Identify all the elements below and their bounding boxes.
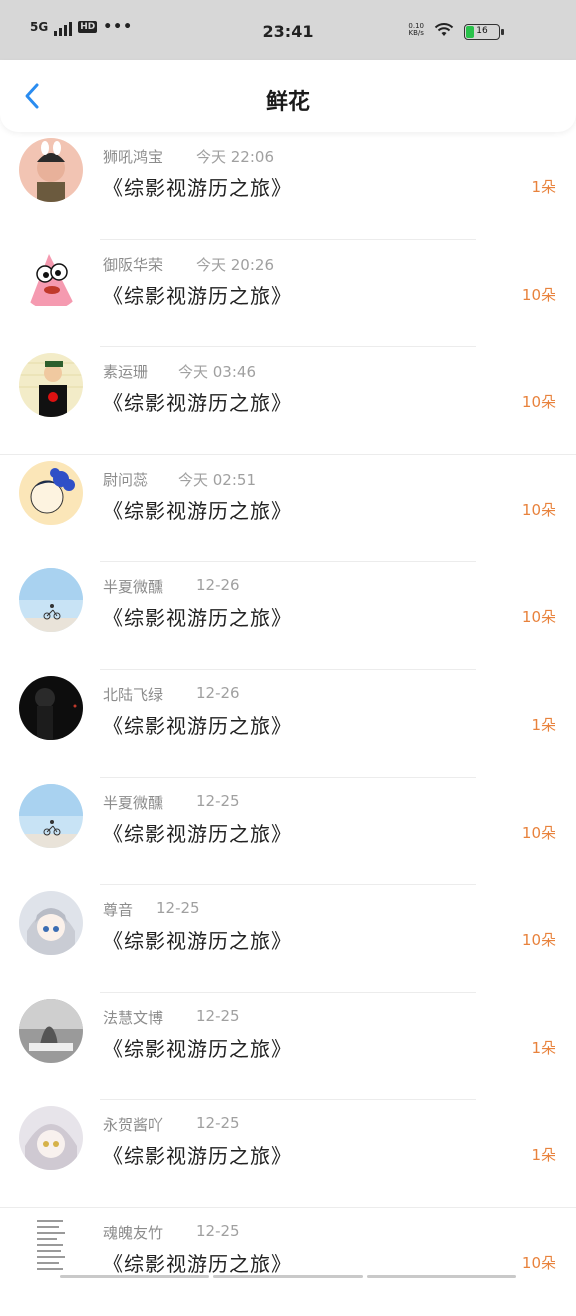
avatar[interactable] [19, 138, 83, 202]
battery-icon: 16 [464, 24, 504, 40]
wifi-icon [434, 23, 454, 36]
send-time: 今天 22:06 [196, 148, 274, 166]
net-speed: 0.10 KB/s [408, 22, 424, 37]
avatar[interactable] [19, 1213, 83, 1278]
avatar[interactable] [19, 675, 83, 740]
list-item[interactable]: 尊音 12-25 《综影视游历之旅》 10朵 [0, 885, 576, 993]
list-item[interactable]: 素运珊 今天 03:46 《综影视游历之旅》 10朵 [0, 347, 576, 455]
book-title: 《综影视游历之旅》 [103, 283, 292, 308]
flower-count: 1朵 [531, 1038, 556, 1057]
book-title: 《综影视游历之旅》 [103, 1144, 292, 1169]
book-title: 《综影视游历之旅》 [103, 1251, 292, 1276]
send-time: 今天 20:26 [196, 255, 274, 274]
avatar[interactable] [19, 1106, 83, 1171]
flower-count: 10朵 [521, 823, 556, 842]
list-item[interactable]: 永贺酱吖 12-25 《综影视游历之旅》 1朵 [0, 1100, 576, 1208]
sender-name: 尊音 [103, 901, 134, 920]
avatar[interactable] [19, 891, 83, 956]
book-title: 《综影视游历之旅》 [103, 498, 292, 523]
flower-count: 10朵 [521, 285, 556, 304]
book-title: 《综影视游历之旅》 [103, 391, 292, 416]
list-item[interactable]: 狮吼鸿宝 今天 22:06 《综影视游历之旅》 1朵 [0, 132, 576, 240]
book-title: 《综影视游历之旅》 [103, 606, 292, 631]
list-item[interactable]: 御阪华荣 今天 20:26 《综影视游历之旅》 10朵 [0, 240, 576, 348]
list-item[interactable]: 北陆飞绿 12-26 《综影视游历之旅》 1朵 [0, 670, 576, 778]
avatar[interactable] [19, 353, 83, 418]
send-time: 12-25 [196, 1114, 240, 1133]
home-indicator [60, 1275, 516, 1278]
avatar[interactable] [19, 783, 83, 848]
sender-name: 御阪华荣 [103, 255, 164, 274]
avatar[interactable] [19, 998, 83, 1063]
avatar[interactable] [19, 568, 83, 633]
book-title: 《综影视游历之旅》 [103, 821, 292, 846]
send-time: 12-25 [196, 791, 240, 810]
flower-count: 10朵 [521, 500, 556, 519]
list-item[interactable]: 半夏微醺 12-26 《综影视游历之旅》 10朵 [0, 562, 576, 670]
sender-name: 北陆飞绿 [103, 685, 164, 704]
send-time: 12-25 [196, 1221, 240, 1240]
send-time: 12-25 [156, 899, 200, 918]
avatar[interactable] [19, 245, 83, 310]
status-right: 0.10 KB/s [408, 22, 454, 38]
sender-name: 魂魄友竹 [103, 1223, 164, 1242]
sender-name: 半夏微醺 [103, 793, 164, 812]
flower-count: 10朵 [521, 608, 556, 627]
send-time: 12-26 [196, 683, 240, 702]
book-title: 《综影视游历之旅》 [103, 929, 292, 954]
list-item[interactable]: 魂魄友竹 12-25 《综影视游历之旅》 10朵 [0, 1208, 576, 1316]
sender-name: 尉问蕊 [103, 470, 149, 489]
list-item[interactable]: 法慧文博 12-25 《综影视游历之旅》 1朵 [0, 993, 576, 1101]
sender-name: 法慧文博 [103, 1008, 164, 1027]
send-time: 12-26 [196, 576, 240, 595]
status-bar: 5G HD ••• 23:41 0.10 KB/s 16 [0, 0, 576, 60]
send-time: 今天 02:51 [178, 470, 256, 489]
send-time: 今天 03:46 [178, 363, 256, 382]
page-title: 鲜花 [265, 90, 310, 115]
sender-name: 狮吼鸿宝 [103, 148, 164, 166]
sender-name: 半夏微醺 [103, 578, 164, 597]
book-title: 《综影视游历之旅》 [103, 713, 292, 738]
book-title: 《综影视游历之旅》 [103, 1036, 292, 1061]
flower-count: 1朵 [531, 715, 556, 734]
sender-name: 永贺酱吖 [103, 1116, 164, 1135]
flower-count: 1朵 [531, 1146, 556, 1165]
flower-count: 10朵 [521, 393, 556, 412]
list-item[interactable]: 半夏微醺 12-25 《综影视游历之旅》 10朵 [0, 778, 576, 886]
avatar[interactable] [19, 460, 83, 525]
flower-count: 10朵 [521, 931, 556, 950]
list-item[interactable]: 尉问蕊 今天 02:51 《综影视游历之旅》 10朵 [0, 455, 576, 563]
flower-count: 10朵 [521, 1253, 556, 1272]
header-bar: 鲜花 [0, 60, 576, 132]
book-title: 《综影视游历之旅》 [103, 176, 292, 200]
sender-name: 素运珊 [103, 363, 149, 382]
send-time: 12-25 [196, 1006, 240, 1025]
flower-record-list: 狮吼鸿宝 今天 22:06 《综影视游历之旅》 1朵 御阪华荣 今天 20:26… [0, 132, 576, 1316]
flower-count: 1朵 [531, 178, 556, 196]
